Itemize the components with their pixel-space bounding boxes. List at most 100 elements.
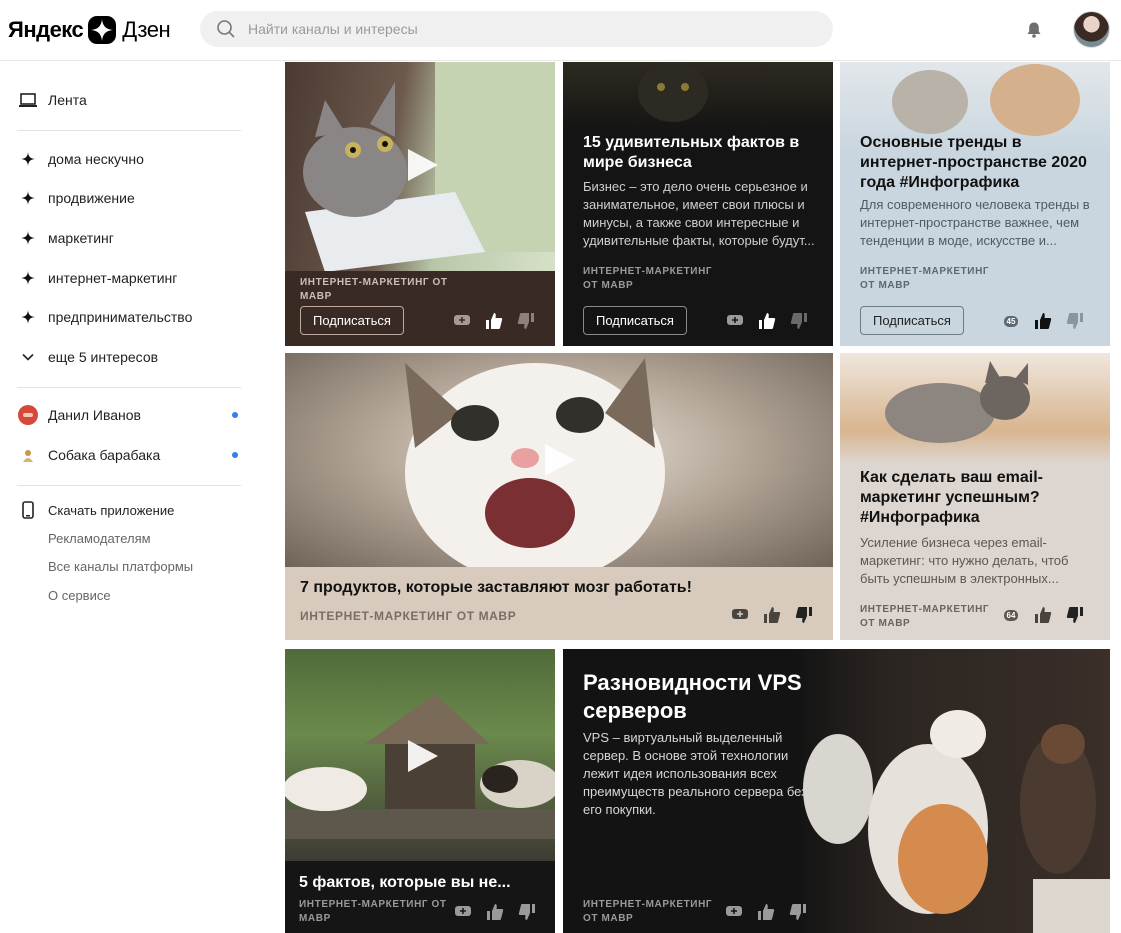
comment-count-badge[interactable]: 45 [1002, 312, 1020, 330]
sparkle-icon [18, 307, 38, 327]
feed-card[interactable]: Как сделать ваш email-маркетинг успешным… [840, 353, 1110, 640]
card-source[interactable]: ИНТЕРНЕТ-МАРКЕТИНГ ОТ МАВР [583, 265, 723, 293]
bell-icon[interactable] [1024, 20, 1044, 40]
feed-card[interactable]: ИНТЕРНЕТ-МАРКЕТИНГ ОТ МАВР Подписаться [285, 62, 555, 346]
card-source[interactable]: ИНТЕРНЕТ-МАРКЕТИНГ ОТ МАВР [299, 898, 449, 926]
download-app-link[interactable]: Скачать приложение [18, 500, 174, 520]
sidebar-item-label: дома нескучно [48, 151, 144, 167]
sidebar-item-label: Скачать приложение [48, 502, 175, 518]
sidebar: Лента дома нескучно продвижение маркетин… [0, 62, 260, 933]
sidebar-interest-item[interactable]: продвижение [18, 188, 135, 208]
search-icon [217, 20, 235, 38]
about-link[interactable]: О сервисе [48, 588, 111, 603]
play-icon[interactable] [408, 740, 438, 772]
dislike-icon[interactable] [795, 606, 813, 624]
sidebar-interest-item[interactable]: маркетинг [18, 228, 114, 248]
sparkle-icon [18, 228, 38, 248]
comment-count: 45 [1003, 315, 1019, 327]
sidebar-divider [17, 387, 241, 388]
dislike-icon[interactable] [789, 903, 807, 921]
sidebar-item-label: Данил Иванов [48, 407, 141, 423]
chevron-down-icon [18, 347, 38, 367]
sidebar-interest-item[interactable]: предпринимательство [18, 307, 192, 327]
sidebar-channel-item[interactable]: Собака барабака [18, 445, 160, 465]
comment-icon[interactable] [453, 312, 471, 330]
zen-star-icon [88, 16, 117, 44]
sidebar-interest-item[interactable]: дома нескучно [18, 149, 144, 169]
card-description: Усиление бизнеса через email-маркетинг: … [860, 535, 1069, 586]
user-avatar[interactable] [1073, 11, 1110, 48]
dislike-icon[interactable] [1066, 606, 1084, 624]
sidebar-channel-item[interactable]: Данил Иванов [18, 405, 141, 425]
all-channels-link[interactable]: Все каналы платформы [48, 559, 193, 574]
dislike-icon[interactable] [517, 312, 535, 330]
sidebar-item-label: интернет-маркетинг [48, 270, 178, 286]
logo-word-yandex: Яндекс [8, 17, 84, 42]
sidebar-item-feed[interactable]: Лента [18, 90, 87, 110]
card-title[interactable]: Как сделать ваш email-маркетинг успешным… [860, 468, 1100, 528]
sidebar-item-label: маркетинг [48, 230, 114, 246]
card-title[interactable]: 15 удивительных фактов в мире бизнеса [583, 133, 823, 173]
dislike-icon[interactable] [790, 312, 808, 330]
card-source[interactable]: ИНТЕРНЕТ-МАРКЕТИНГ ОТ МАВР [860, 603, 1000, 631]
comment-count-badge[interactable]: 64 [1002, 606, 1020, 624]
card-title[interactable]: Основные тренды в интернет-пространстве … [860, 133, 1100, 193]
search-bar[interactable] [200, 11, 833, 47]
card-description: Для современного человека тренды в интер… [860, 197, 1090, 248]
comment-icon[interactable] [726, 312, 744, 330]
like-icon[interactable] [763, 606, 781, 624]
sidebar-divider [17, 130, 241, 131]
search-input[interactable] [248, 21, 808, 37]
play-icon[interactable] [408, 149, 438, 181]
card-actions: 45 [1002, 312, 1084, 330]
comment-icon[interactable] [725, 903, 743, 921]
dislike-icon[interactable] [518, 903, 536, 921]
advertisers-link[interactable]: Рекламодателям [48, 531, 151, 546]
card-actions [453, 312, 535, 330]
card-source[interactable]: ИНТЕРНЕТ-МАРКЕТИНГ ОТ МАВР [583, 898, 723, 926]
feed-card[interactable]: 15 удивительных фактов в мире бизнеса Би… [563, 62, 833, 346]
card-source[interactable]: ИНТЕРНЕТ-МАРКЕТИНГ ОТ МАВР [300, 609, 600, 623]
feed-card[interactable]: Разновидности VPS серверов VPS – виртуал… [563, 649, 1110, 933]
new-content-dot [232, 412, 238, 418]
card-title[interactable]: 5 фактов, которые вы не... [299, 873, 544, 893]
comment-icon[interactable] [454, 903, 472, 921]
sidebar-more-interests[interactable]: еще 5 интересов [18, 347, 158, 367]
sidebar-item-label: Лента [48, 92, 87, 108]
dark-cat-illustration [638, 62, 708, 122]
like-icon[interactable] [758, 312, 776, 330]
sidebar-item-label: продвижение [48, 190, 135, 206]
sidebar-item-label: еще 5 интересов [48, 349, 159, 365]
feed-card[interactable]: 5 фактов, которые вы не... ИНТЕРНЕТ-МАРК… [285, 649, 555, 933]
like-icon[interactable] [1034, 312, 1052, 330]
card-source[interactable]: ИНТЕРНЕТ-МАРКЕТИНГ ОТ МАВР [300, 276, 450, 304]
sidebar-interest-item[interactable]: интернет-маркетинг [18, 268, 177, 288]
card-description: VPS – виртуальный выделенный сервер. В о… [583, 730, 808, 817]
subscribe-button[interactable]: Подписаться [860, 306, 964, 335]
card-source[interactable]: ИНТЕРНЕТ-МАРКЕТИНГ ОТ МАВР [860, 265, 1000, 293]
comment-count: 64 [1003, 609, 1019, 621]
new-content-dot [232, 452, 238, 458]
like-icon[interactable] [486, 903, 504, 921]
comment-icon[interactable] [731, 606, 749, 624]
card-image-cats-group [793, 649, 1110, 933]
dislike-icon[interactable] [1066, 312, 1084, 330]
like-icon[interactable] [757, 903, 775, 921]
play-icon[interactable] [545, 444, 575, 476]
cats-group-illustration [803, 710, 1110, 933]
subscribe-button[interactable]: Подписаться [300, 306, 404, 335]
card-title[interactable]: 7 продуктов, которые заставляют мозг раб… [300, 578, 800, 598]
card-actions [726, 312, 808, 330]
feed-card[interactable]: Основные тренды в интернет-пространстве … [840, 62, 1110, 346]
sparkle-icon [18, 188, 38, 208]
card-image-dark-cat [563, 62, 833, 132]
sidebar-item-label: предпринимательство [48, 309, 193, 325]
card-actions: 64 [1002, 606, 1084, 624]
like-icon[interactable] [1034, 606, 1052, 624]
channel-avatar [18, 445, 38, 465]
subscribe-button[interactable]: Подписаться [583, 306, 687, 335]
card-title[interactable]: Разновидности VPS серверов [583, 669, 833, 725]
feed-card[interactable]: 7 продуктов, которые заставляют мозг раб… [285, 353, 833, 640]
yandex-zen-logo[interactable]: Яндекс Дзен [8, 13, 171, 47]
like-icon[interactable] [485, 312, 503, 330]
